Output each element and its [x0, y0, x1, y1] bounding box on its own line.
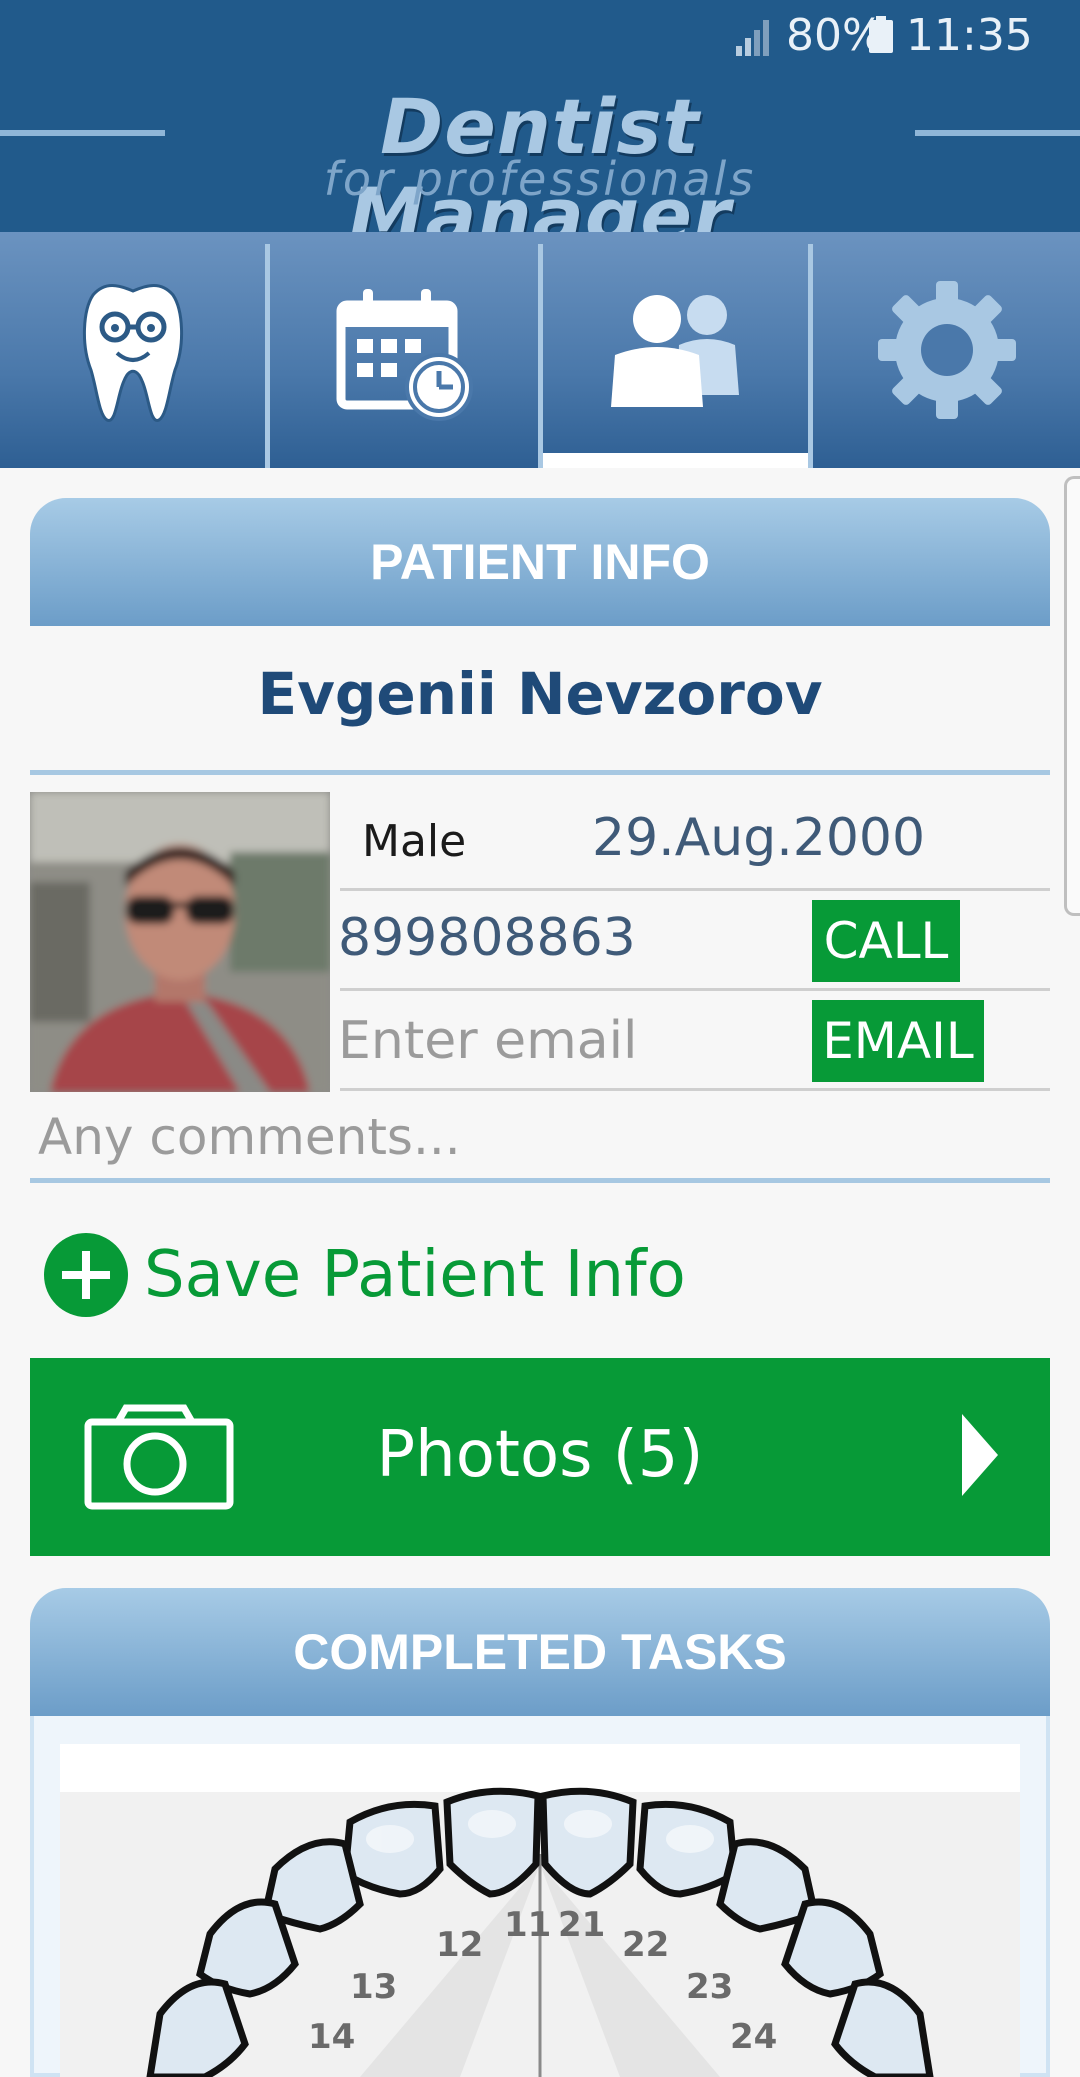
save-patient-label: Save Patient Info [144, 1238, 686, 1312]
app-logo: Dentist Manager for professionals [0, 82, 1080, 260]
tab-calendar[interactable] [270, 232, 538, 468]
chevron-right-icon [962, 1414, 998, 1496]
tab-people[interactable] [543, 232, 808, 468]
patient-photo-image [30, 792, 330, 1092]
divider [340, 988, 1050, 991]
calendar-clock-icon [336, 289, 473, 421]
logo-line-right [915, 130, 1080, 136]
tooth-number-21: 21 [558, 1905, 605, 1945]
logo-line-left [0, 130, 165, 136]
status-bar: 80% 11:35 [0, 0, 1080, 72]
comments-field[interactable] [38, 1102, 1038, 1172]
divider [340, 1088, 1050, 1091]
phone-value[interactable]: 899808863 [338, 908, 636, 968]
tooth-number-14: 14 [308, 2017, 355, 2057]
divider [30, 770, 1050, 775]
photos-button[interactable]: Photos (5) [30, 1358, 1050, 1556]
add-circle-icon [44, 1233, 128, 1317]
divider [340, 888, 1050, 891]
app-subtitle: for professionals [323, 152, 757, 206]
divider [30, 1178, 1050, 1183]
signal-icon [736, 20, 769, 56]
tooth-icon [82, 284, 183, 422]
photos-label: Photos (5) [30, 1418, 1050, 1492]
dob-value[interactable]: 29.Aug.2000 [592, 808, 925, 868]
tab-settings[interactable] [813, 232, 1080, 468]
photos-title: Photos [376, 1418, 593, 1492]
clock: 11:35 [906, 10, 1033, 61]
gender-value[interactable]: Male [362, 816, 466, 867]
tooth-chart[interactable]: 11 12 13 14 21 22 23 24 [60, 1744, 1020, 2077]
scroll-indicator[interactable] [1064, 476, 1080, 916]
people-icon [610, 295, 739, 407]
save-patient-button[interactable]: Save Patient Info [44, 1232, 686, 1318]
email-button[interactable]: EMAIL [812, 1000, 984, 1082]
patient-name: Evgenii Nevzorov [257, 660, 823, 728]
tooth-number-23: 23 [686, 1967, 733, 2007]
completed-tasks-header: COMPLETED TASKS [30, 1588, 1050, 1716]
tooth-number-13: 13 [350, 1967, 397, 2007]
photos-count: (5) [612, 1418, 704, 1492]
tooth-number-11: 11 [504, 1905, 551, 1945]
tooth-number-22: 22 [622, 1925, 669, 1965]
call-button[interactable]: CALL [812, 900, 960, 982]
patient-info-header: PATIENT INFO [30, 498, 1050, 626]
tooth-number-12: 12 [436, 1925, 483, 1965]
battery-icon [869, 16, 893, 53]
active-tab-indicator [543, 453, 808, 468]
tab-patients-tooth[interactable] [0, 232, 265, 468]
gear-icon [877, 281, 1016, 419]
main-nav [0, 232, 1080, 468]
app-header: 80% 11:35 Dentist Manager for profession… [0, 0, 1080, 260]
tooth-chart-diagram: 11 12 13 14 21 22 23 24 [60, 1787, 1020, 2077]
patient-photo[interactable] [30, 792, 330, 1092]
email-field[interactable] [338, 1006, 798, 1076]
tooth-number-24: 24 [730, 2017, 777, 2057]
